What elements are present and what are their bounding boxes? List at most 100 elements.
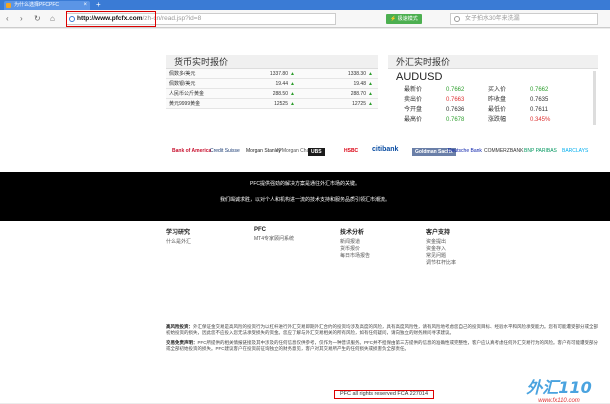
footer-link[interactable]: 每日市场报告 [340,253,370,260]
currency-bid: 1337.80 [269,71,288,77]
currency-ask: 19.48 [353,81,366,87]
logo-bnp-paribas: BNP PARIBAS [524,148,557,154]
currency-ask: 1338.30 [347,71,366,77]
up-arrow-icon: ▲ [368,71,373,77]
currency-row: 佩数多/美元 1337.80 ▲ 1338.30 ▲ [166,69,378,79]
fx-label: 最高价 [404,117,423,123]
fx-value: 0.7611 [530,107,548,113]
currency-bid: 288.50 [272,91,288,97]
fx-symbol: AUDUSD [396,71,443,83]
fx-row: 最高价 0.7678 涨跌幅 0.345% [388,115,598,125]
disclaimer-paragraph-1: 高风险投资：外汇保证金交易是高风险的投资行为以杠杆进行外汇交易即期外汇合约的投资… [166,324,598,336]
currency-quote-panel: 货币实时报价 佩数多/美元 1337.80 ▲ 1338.30 ▲ 佩数银/美元 19.44… [166,55,378,127]
slogan-banner: PFC提供强劲的解决方案是通往外汇市场的关键。 我们竭诚求胜，以对个人和机构进一… [0,172,610,221]
fx-label: 最新价 [404,87,423,93]
home-icon[interactable]: ⌂ [50,14,55,23]
fx-value: 0.345% [530,117,551,123]
fx-value: 0.7662 [530,87,549,93]
url-highlight-box [66,11,156,27]
footer-link[interactable]: 资金提出 [426,239,456,246]
fx-label: 买入价 [488,87,507,93]
forward-icon[interactable]: › [20,14,23,23]
partner-logos: Bank of America Credit Suisse Morgan Sta… [166,146,598,162]
up-arrow-icon: ▲ [368,81,373,87]
fx-quote-panel: 外汇实时报价 AUDUSD 最新价 0.7662 买入价 0.7662 卖出价 0.766… [388,55,598,127]
logo-barclays: BARCLAYS [562,148,589,154]
up-arrow-icon: ▲ [290,91,295,97]
fx-row: 今开盘 0.7636 最低价 0.7611 [388,105,598,115]
fx-label: 卖出价 [404,97,423,103]
banner-line-2: 我们竭诚求胜，以对个人和机构进一流的技术支持和服务品质引领汇市潮流。 [219,197,390,203]
copyright-notice: PFC all rights reserved FCA 227014 [334,390,434,399]
currency-panel-title: 货币实时报价 [166,55,378,69]
footer-col-title: 技术分析 [340,230,365,236]
footer-link[interactable]: 调节杠杆比率 [426,260,456,267]
fx-label: 昨收盘 [488,97,507,103]
currency-bid: 12525 [274,101,288,107]
watermark-url: www.fx110.com [538,398,580,404]
watermark-logo: 外汇110 [526,378,592,397]
fx110-watermark: 外汇110 www.fx110.com [512,374,606,404]
currency-row: 黄元9999黄金 12525 ▲ 12725 ▲ [166,99,378,109]
page-content: 货币实时报价 佩数多/美元 1337.80 ▲ 1338.30 ▲ 佩数银/美元 19.44… [0,29,610,404]
fx-label: 最低价 [488,107,507,113]
up-arrow-icon: ▲ [368,101,373,107]
logo-hsbc: HSBC [344,148,359,154]
browser-search-input[interactable]: 女子拍水30年来洗漏 [450,13,598,25]
close-tab-icon[interactable]: × [83,1,87,10]
footer-col-analysis: 技术分析 新闻报道 货币报价 每日市场报告 [340,227,370,260]
fx-panel-title: 外汇实时报价 [388,55,598,69]
disclaimer-lead: 高风险投资： [166,324,193,329]
new-tab-button[interactable]: + [96,0,101,10]
footer-col-support: 客户支持 资金提出 资金存入 常见问题 调节杠杆比率 [426,227,456,267]
footer-columns: 学习研究 什么是外汇 PFC MT4专家顾问系统 技术分析 新闻报道 货币报价 … [166,227,598,277]
footer-link[interactable]: MT4专家顾问系统 [254,236,294,243]
fx-row: 最新价 0.7662 买入价 0.7662 [388,85,598,95]
fx-label: 涨跌幅 [488,117,507,123]
currency-ask: 288.70 [350,91,366,97]
favicon-icon [6,3,11,8]
fx-value: 0.7663 [446,97,465,103]
currency-name: 黄元9999黄金 [169,101,201,107]
logo-ubs: UBS [308,148,325,156]
footer-col-title: 学习研究 [166,230,191,236]
refresh-icon[interactable]: ↻ [34,14,41,23]
risk-disclaimer: 高风险投资：外汇保证金交易是高风险的投资行为以杠杆进行外汇交易即期外汇合约的投资… [166,324,598,356]
browser-tab-bar: 为什么选择PFCPFC × + [0,0,610,10]
disclaimer-lead: 交易免责声明： [166,340,198,345]
fx-value: 0.7678 [446,117,465,123]
footer-link[interactable]: 常见问题 [426,253,456,260]
fx-value: 0.7636 [446,107,465,113]
footer-link[interactable]: 资金存入 [426,246,456,253]
footer-link[interactable]: 货币报价 [340,246,370,253]
back-icon[interactable]: ‹ [6,14,9,23]
banner-line-1: PFC提供强劲的解决方案是通往外汇市场的关键。 [249,181,360,187]
tab-title: 为什么选择PFCPFC [14,2,60,8]
currency-name: 佩数银/美元 [169,81,196,87]
speed-mode-button[interactable]: ⚡ 极速模式 [386,14,422,24]
footer-col-pfc: PFC MT4专家顾问系统 [254,227,294,243]
footer-link[interactable]: 新闻报道 [340,239,370,246]
search-icon [454,16,460,22]
currency-name: 佩数多/美元 [169,71,196,77]
fx-value: 0.7662 [446,87,465,93]
fx-panel-scrollbar[interactable] [593,71,596,125]
browser-tab[interactable]: 为什么选择PFCPFC × [4,1,90,10]
footer-col-title: PFC [254,227,266,233]
disclaimer-text: 外汇保证金交易是高风险的投资行为以杠杆进行外汇交易即期外汇合约的投资均涉及高度的… [166,324,598,335]
currency-bid: 19.44 [275,81,288,87]
currency-name: 人民币公斤黄金 [169,91,205,97]
logo-deutsche-bank: Deutsche Bank [448,148,482,154]
fx-row: 卖出价 0.7663 昨收盘 0.7635 [388,95,598,105]
footer-link[interactable]: 什么是外汇 [166,239,191,246]
disclaimer-text: PFC所提供的相关情报链接及其中涉及的任何信息仅供参考，仅作为一种普识服务。PF… [166,340,598,351]
currency-ask: 12725 [352,101,366,107]
fx-label: 今开盘 [404,107,423,113]
currency-row: 佩数银/美元 19.44 ▲ 19.48 ▲ [166,79,378,89]
fx-value: 0.7635 [530,97,549,103]
up-arrow-icon: ▲ [290,81,295,87]
logo-citibank: citibank [372,146,399,153]
logo-commerzbank: COMMERZBANK [484,148,524,154]
up-arrow-icon: ▲ [290,71,295,77]
logo-credit-suisse: Credit Suisse [210,148,240,154]
